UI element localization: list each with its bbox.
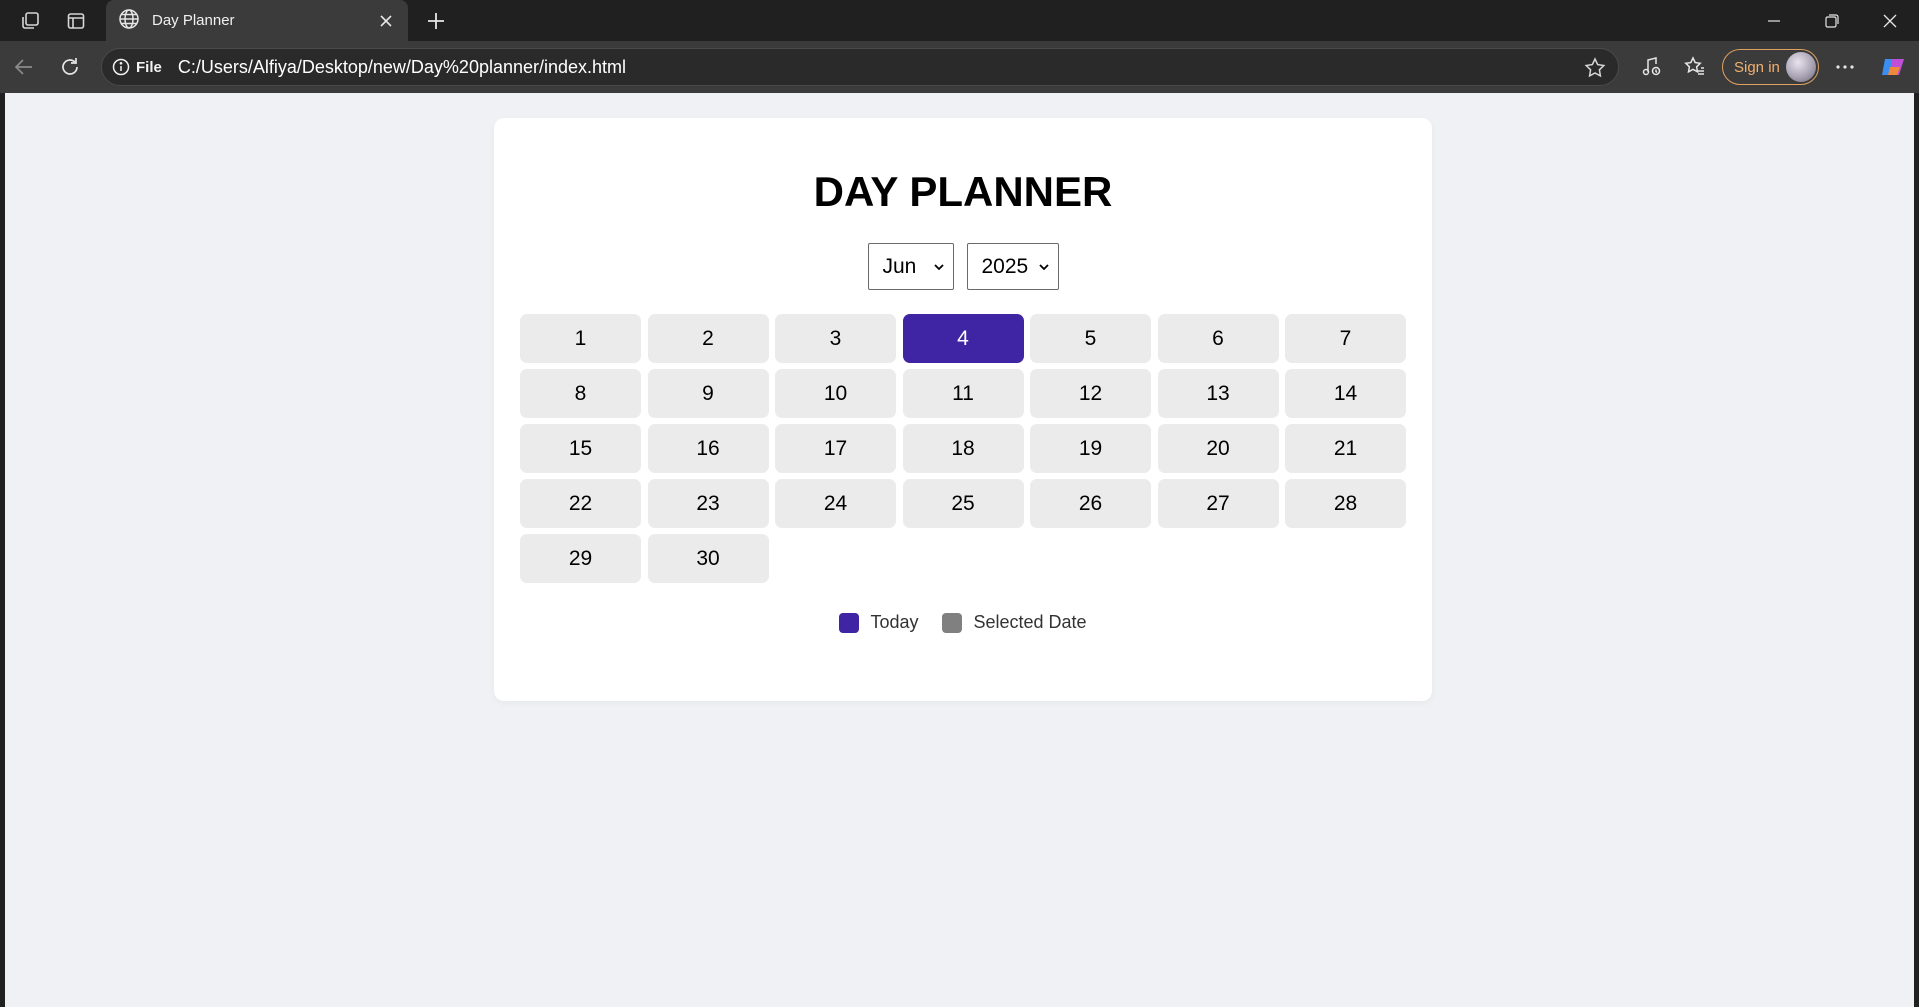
legend-selected-label: Selected Date	[973, 612, 1087, 632]
close-tab-icon[interactable]	[376, 11, 396, 31]
address-field[interactable]: File C:/Users/Alfiya/Desktop/new/Day%20p…	[101, 48, 1619, 86]
selected-swatch	[942, 612, 963, 633]
day-cell[interactable]: 26	[1030, 479, 1151, 528]
day-cell[interactable]: 30	[647, 534, 769, 583]
day-cell[interactable]: 29	[520, 534, 641, 583]
year-select[interactable]: 2025	[966, 243, 1059, 290]
sign-in-label: Sign in	[1734, 58, 1780, 76]
day-cell[interactable]: 8	[520, 369, 641, 418]
copilot-icon[interactable]	[1875, 49, 1911, 85]
day-cell[interactable]: 13	[1157, 369, 1279, 418]
back-arrow-icon[interactable]	[6, 49, 42, 85]
tab-title: Day Planner	[152, 12, 235, 29]
url-text[interactable]: C:/Users/Alfiya/Desktop/new/Day%20planne…	[178, 57, 626, 78]
day-cell[interactable]: 18	[902, 424, 1024, 473]
legend-item-today: Today	[839, 612, 918, 633]
calendar-grid: 1 2 3 4 5 6 7 8 9 10 11 12 13 14 15 16 17 18 19 20 21 22 23 24 2…	[520, 314, 1406, 583]
day-cell[interactable]: 15	[520, 424, 641, 473]
day-cell[interactable]: 7	[1285, 314, 1406, 363]
day-cell[interactable]: 1	[520, 314, 641, 363]
chevron-down-icon	[1038, 255, 1050, 279]
planner-card: DAY PLANNER Jun 2025 1 2 3 4 5 6 7 8 9 10 11 12 13 14…	[494, 118, 1432, 701]
day-cell[interactable]: 22	[520, 479, 641, 528]
browser-tab[interactable]: Day Planner	[106, 0, 408, 41]
today-swatch	[839, 612, 860, 633]
date-selectors: Jun 2025	[494, 243, 1432, 290]
day-cell[interactable]: 10	[775, 369, 896, 418]
day-cell[interactable]: 12	[1030, 369, 1151, 418]
favorites-icon[interactable]	[1677, 49, 1713, 85]
page-title: DAY PLANNER	[813, 168, 1113, 215]
day-cell-today[interactable]: 4	[902, 314, 1024, 363]
month-select-value: Jun	[882, 254, 917, 278]
year-select-value: 2025	[981, 254, 1029, 278]
month-select[interactable]: Jun	[867, 243, 954, 290]
workspaces-icon[interactable]	[8, 0, 52, 41]
browser-address-bar: File C:/Users/Alfiya/Desktop/new/Day%20p…	[0, 41, 1919, 93]
day-cell[interactable]: 21	[1285, 424, 1406, 473]
day-cell[interactable]: 3	[775, 314, 896, 363]
globe-icon	[118, 8, 140, 34]
day-cell[interactable]: 23	[647, 479, 769, 528]
day-cell[interactable]: 28	[1285, 479, 1406, 528]
day-cell[interactable]: 25	[902, 479, 1024, 528]
tab-actions-icon[interactable]	[54, 0, 98, 41]
close-window-icon[interactable]	[1861, 0, 1919, 41]
browser-tab-bar: Day Planner	[0, 0, 1919, 41]
sign-in-button[interactable]: Sign in	[1722, 49, 1819, 85]
page-viewport: DAY PLANNER Jun 2025 1 2 3 4 5 6 7 8 9 10 11 12 13 14…	[5, 93, 1914, 1007]
legend-today-label: Today	[870, 612, 919, 632]
site-info-chip[interactable]: File	[112, 58, 162, 76]
info-icon	[112, 58, 130, 76]
day-cell[interactable]: 6	[1157, 314, 1279, 363]
avatar	[1786, 52, 1816, 82]
day-cell[interactable]: 20	[1157, 424, 1279, 473]
restore-icon[interactable]	[1803, 0, 1861, 41]
day-cell[interactable]: 11	[902, 369, 1024, 418]
day-cell[interactable]: 16	[647, 424, 769, 473]
day-cell[interactable]: 2	[647, 314, 769, 363]
legend-item-selected: Selected Date	[942, 612, 1087, 633]
favorite-star-icon[interactable]	[1584, 57, 1606, 84]
more-options-icon[interactable]	[1827, 49, 1863, 85]
media-control-icon[interactable]	[1633, 49, 1669, 85]
day-cell[interactable]: 27	[1157, 479, 1279, 528]
minimize-icon[interactable]	[1745, 0, 1803, 41]
day-cell[interactable]: 17	[775, 424, 896, 473]
day-cell[interactable]: 19	[1030, 424, 1151, 473]
day-cell[interactable]: 9	[647, 369, 769, 418]
day-cell[interactable]: 24	[775, 479, 896, 528]
new-tab-icon[interactable]	[414, 0, 458, 41]
day-cell[interactable]: 5	[1030, 314, 1151, 363]
file-chip-label: File	[136, 58, 162, 76]
refresh-icon[interactable]	[52, 49, 88, 85]
chevron-down-icon	[933, 255, 945, 279]
day-cell[interactable]: 14	[1285, 369, 1406, 418]
legend: Today Selected Date	[494, 612, 1432, 633]
